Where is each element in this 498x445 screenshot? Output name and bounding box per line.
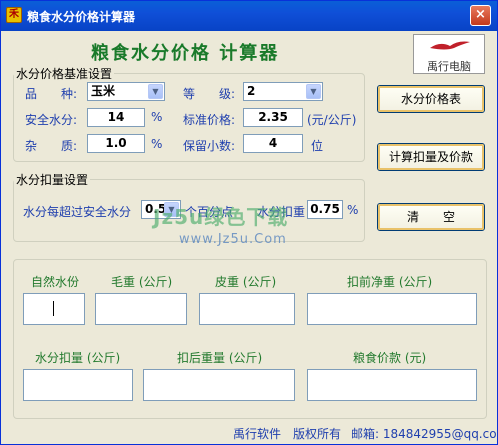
safe-moisture-label: 安全水分:: [25, 113, 78, 127]
chevron-down-icon[interactable]: ▼: [148, 84, 163, 99]
watermark-text: Jz5u绿色下载: [153, 205, 289, 229]
impurity-label: 杂 质:: [25, 139, 78, 153]
post-weight-label: 扣后重量 (公斤): [177, 351, 263, 365]
bird-logo-icon: [430, 41, 470, 50]
std-price-unit: (元/公斤): [307, 113, 357, 127]
safe-moisture-unit: %: [151, 110, 163, 124]
copyright-text: 禹行软件 版权所有: [233, 427, 342, 441]
watermark-url: www.Jz5u.Com: [179, 232, 287, 247]
grain-payment-label: 粮食价款 (元): [353, 351, 427, 365]
moisture-deduction-input[interactable]: [23, 369, 133, 401]
title-bar[interactable]: 禾 粮食水分价格计算器 ×: [1, 1, 497, 31]
logo: 禹行电脑: [413, 34, 485, 74]
chevron-down-icon[interactable]: ▼: [306, 84, 321, 99]
over-safe-label: 水分每超过安全水分: [23, 205, 132, 219]
base-settings-legend: 水分价格基准设置: [16, 67, 113, 81]
gross-weight-label: 毛重 (公斤): [111, 275, 173, 289]
grade-select[interactable]: 2 ▼: [243, 82, 323, 101]
app-heading: 粮食水分价格 计算器: [91, 43, 280, 64]
decimals-input[interactable]: 4: [243, 134, 303, 153]
decimals-label: 保留小数:: [183, 139, 236, 153]
grain-payment-input[interactable]: [307, 369, 477, 401]
natural-moisture-input[interactable]: [23, 293, 85, 325]
app-icon: 禾: [6, 7, 22, 23]
pre-net-weight-input[interactable]: [307, 293, 477, 325]
price-table-button[interactable]: 水分价格表: [377, 85, 485, 113]
tare-weight-input[interactable]: [199, 293, 295, 325]
pre-net-weight-label: 扣前净重 (公斤): [347, 275, 433, 289]
safe-moisture-input[interactable]: 14: [87, 108, 145, 127]
gross-weight-input[interactable]: [95, 293, 187, 325]
close-button[interactable]: ×: [470, 5, 491, 26]
decimals-unit: 位: [311, 139, 324, 153]
std-price-label: 标准价格:: [183, 113, 236, 127]
variety-label: 品 种:: [25, 87, 78, 101]
variety-select[interactable]: 玉米 ▼: [87, 82, 165, 101]
app-window: 禾 粮食水分价格计算器 × 粮食水分价格 计算器 禹行电脑 水分价格基准设置 品…: [0, 0, 498, 445]
window-title: 粮食水分价格计算器: [27, 10, 136, 24]
grade-value: 2: [247, 84, 256, 98]
text-caret: [53, 301, 54, 316]
email-text: 邮箱: 184842955@qq.com: [351, 427, 498, 441]
variety-value: 玉米: [91, 84, 116, 98]
std-price-input[interactable]: 2.35: [243, 108, 303, 127]
grade-label: 等 级:: [183, 87, 236, 101]
post-weight-input[interactable]: [143, 369, 295, 401]
impurity-input[interactable]: 1.0: [87, 134, 145, 153]
deduct-weight-input[interactable]: 0.75: [307, 200, 343, 219]
clear-button[interactable]: 清 空: [377, 203, 485, 231]
deduct-weight-unit: %: [347, 203, 359, 217]
moisture-deduction-label: 水分扣量 (公斤): [35, 351, 121, 365]
tare-weight-label: 皮重 (公斤): [215, 275, 277, 289]
impurity-unit: %: [151, 137, 163, 151]
deduct-settings-legend: 水分扣量设置: [16, 173, 89, 187]
calculate-button[interactable]: 计算扣量及价款: [377, 143, 485, 171]
natural-moisture-label: 自然水份: [31, 275, 80, 289]
logo-text: 禹行电脑: [427, 60, 471, 73]
